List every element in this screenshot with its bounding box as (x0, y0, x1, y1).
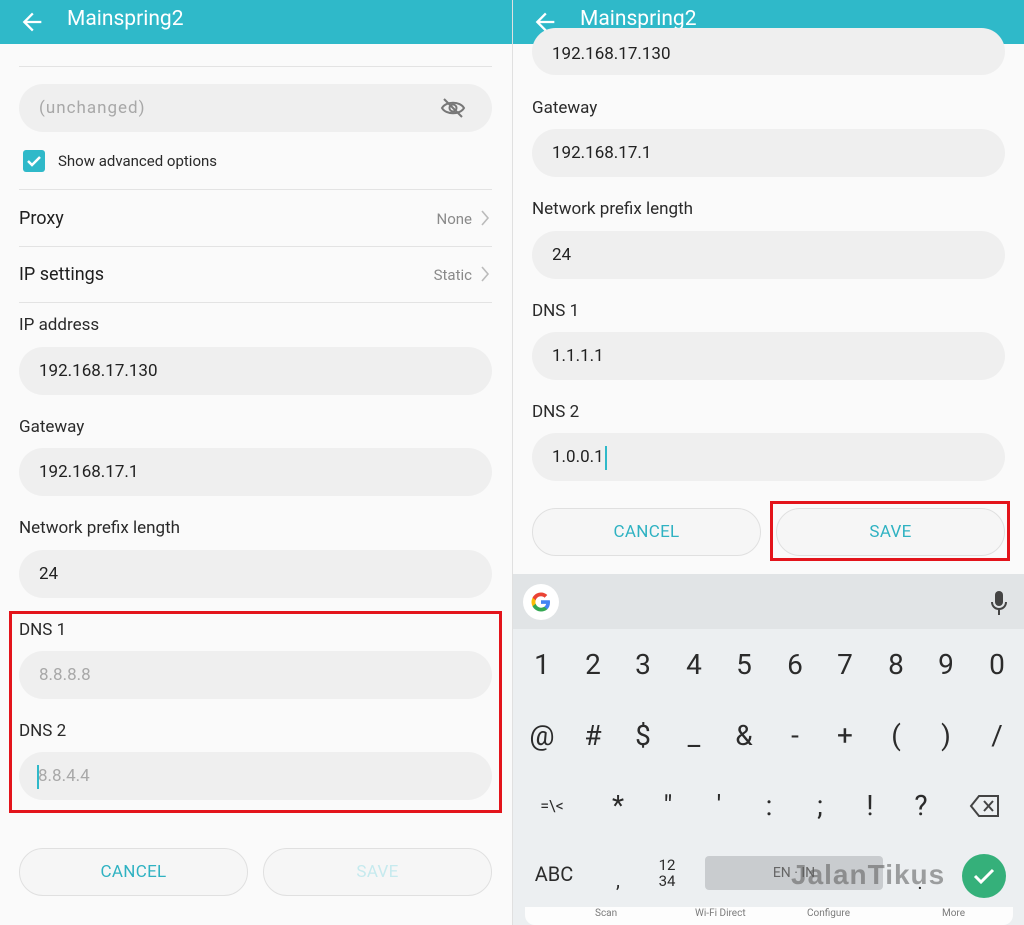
password-placeholder: (unchanged) (39, 98, 146, 118)
key-minus[interactable]: - (770, 706, 820, 766)
key-1[interactable]: 1 (517, 635, 567, 695)
key-4[interactable]: 4 (669, 635, 719, 695)
key-more-symbols[interactable]: =\< (527, 776, 577, 836)
soft-keyboard: 1 2 3 4 5 6 7 8 9 0 @ # $ _ & - + ( ) / … (513, 574, 1024, 925)
key-plus[interactable]: + (820, 706, 870, 766)
key-7[interactable]: 7 (820, 635, 870, 695)
key-hash[interactable]: # (568, 706, 618, 766)
proxy-label: Proxy (19, 208, 64, 229)
key-question[interactable]: ? (896, 776, 946, 836)
divider (19, 302, 492, 303)
chevron-right-icon (481, 266, 490, 282)
left-screen: Mainspring2 (unchanged) Show advanced op… (0, 0, 512, 925)
checkmark-icon (27, 156, 41, 167)
watermark-logo: JalanTikus (791, 859, 946, 890)
google-g-icon (531, 592, 550, 612)
bottom-nav-peek: Scan Wi-Fi Direct Configure More (525, 907, 1013, 925)
microphone-icon[interactable] (990, 590, 1008, 616)
done-button[interactable] (962, 854, 1006, 898)
highlight-box (770, 501, 1010, 561)
key-ampersand[interactable]: & (719, 706, 769, 766)
save-button[interactable]: SAVE (263, 848, 492, 896)
gateway-label: Gateway (19, 417, 85, 437)
highlight-box (9, 611, 502, 813)
key-slash[interactable]: / (972, 706, 1022, 766)
gateway-label: Gateway (532, 98, 598, 118)
ip-address-field[interactable]: 192.168.17.130 (19, 347, 492, 395)
cancel-button[interactable]: CANCEL (532, 508, 761, 556)
check-icon (973, 868, 995, 885)
password-field[interactable]: (unchanged) (19, 84, 492, 132)
google-icon[interactable] (523, 584, 559, 620)
gateway-field[interactable]: 192.168.17.1 (19, 448, 492, 496)
key-close-paren[interactable]: ) (921, 706, 971, 766)
dns1-field[interactable]: 1.1.1.1 (532, 332, 1005, 380)
dns2-field[interactable]: 1.0.0.1 (532, 433, 1005, 481)
numpad-key[interactable]: 12 34 (642, 857, 692, 891)
gateway-field[interactable]: 192.168.17.1 (532, 129, 1005, 177)
nav-scan: Scan (595, 908, 618, 919)
app-bar: Mainspring2 (0, 0, 512, 44)
prefix-length-label: Network prefix length (19, 518, 181, 538)
key-double-quote[interactable]: " (643, 776, 693, 836)
dns1-label: DNS 1 (532, 301, 580, 321)
key-comma[interactable]: , (593, 850, 643, 910)
visibility-off-icon[interactable] (440, 97, 466, 119)
key-underscore[interactable]: _ (669, 706, 719, 766)
chevron-right-icon (481, 210, 490, 226)
key-colon[interactable]: : (744, 776, 794, 836)
key-3[interactable]: 3 (618, 635, 668, 695)
right-screen: Mainspring2 192.168.17.130 Gateway 192.1… (512, 0, 1024, 925)
key-at[interactable]: @ (517, 706, 567, 766)
divider (19, 66, 492, 67)
prefix-length-field[interactable]: 24 (532, 231, 1005, 279)
ip-settings-label: IP settings (19, 264, 105, 285)
dns2-value: 1.0.0.1 (552, 447, 604, 467)
abc-key[interactable]: ABC (527, 844, 581, 904)
nav-more: More (942, 908, 966, 919)
proxy-value: None (436, 210, 473, 228)
nav-configure: Configure (807, 908, 851, 919)
back-arrow-icon[interactable] (18, 8, 46, 36)
ip-settings-value: Static (433, 266, 472, 284)
key-8[interactable]: 8 (871, 635, 921, 695)
ip-address-label: IP address (19, 315, 100, 335)
nav-wifi-direct: Wi-Fi Direct (695, 908, 746, 919)
advanced-options-checkbox[interactable] (23, 150, 45, 172)
prefix-length-field[interactable]: 24 (19, 550, 492, 598)
key-asterisk[interactable]: * (593, 776, 643, 836)
key-2[interactable]: 2 (568, 635, 618, 695)
divider (19, 246, 492, 247)
key-open-paren[interactable]: ( (871, 706, 921, 766)
key-exclamation[interactable]: ! (845, 776, 895, 836)
divider (19, 189, 492, 190)
dns2-label: DNS 2 (532, 402, 580, 422)
key-6[interactable]: 6 (770, 635, 820, 695)
key-9[interactable]: 9 (921, 635, 971, 695)
prefix-length-label: Network prefix length (532, 199, 694, 219)
text-cursor (604, 445, 607, 470)
page-title: Mainspring2 (67, 7, 184, 31)
key-0[interactable]: 0 (972, 635, 1022, 695)
key-dollar[interactable]: $ (618, 706, 668, 766)
ip-address-field[interactable]: 192.168.17.130 (532, 28, 1005, 75)
keyboard-toolbar (513, 574, 1024, 629)
advanced-options-label: Show advanced options (58, 152, 218, 170)
cancel-button[interactable]: CANCEL (19, 848, 248, 896)
key-semicolon[interactable]: ; (795, 776, 845, 836)
key-5[interactable]: 5 (719, 635, 769, 695)
backspace-icon[interactable] (969, 794, 1001, 818)
key-single-quote[interactable]: ' (694, 776, 744, 836)
